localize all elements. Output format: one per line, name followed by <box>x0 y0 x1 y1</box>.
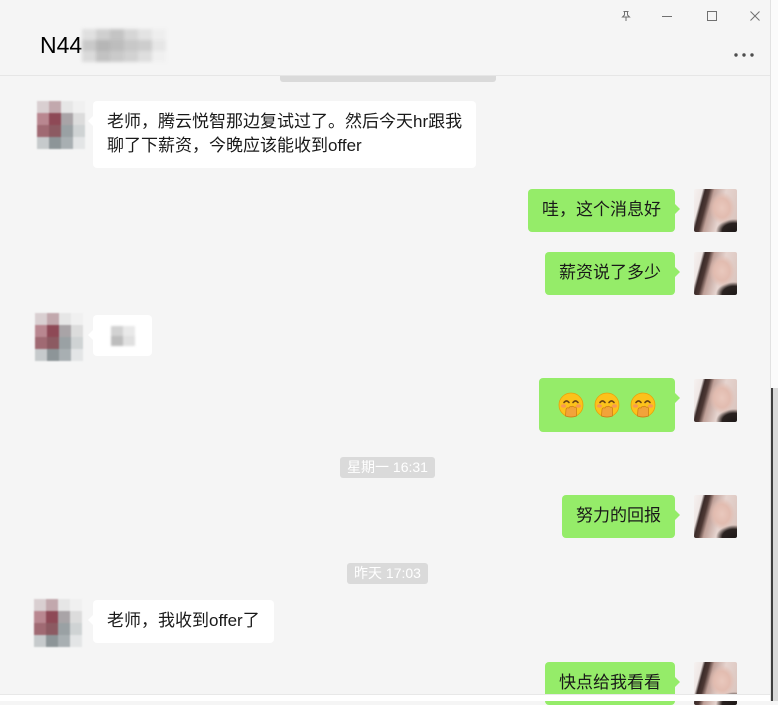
background-window-edge <box>770 0 778 701</box>
maximize-icon <box>707 11 717 21</box>
maximize-button[interactable] <box>703 7 721 25</box>
redacted-content-mosaic <box>111 326 135 346</box>
close-icon <box>750 11 760 21</box>
close-button[interactable] <box>746 7 764 25</box>
message-input-area[interactable] <box>0 694 770 701</box>
message-bubble[interactable]: 努力的回报 <box>562 495 680 538</box>
my-avatar[interactable] <box>694 379 737 422</box>
message-text: 薪资说了多少 <box>559 263 661 282</box>
chat-header: N44 <box>0 0 770 76</box>
message-text: 老师，腾云悦智那边复试过了。然后今天hr跟我 聊了下薪资，今晚应该能收到offe… <box>107 112 463 155</box>
more-button[interactable] <box>732 47 756 63</box>
more-icon <box>734 53 754 57</box>
contact-avatar[interactable] <box>35 313 83 361</box>
message-text: 快点给我看看 <box>559 673 661 692</box>
title-redacted-mosaic <box>82 29 166 62</box>
timestamp-pill: 星期一 16:31 <box>340 457 435 478</box>
minimize-button[interactable] <box>658 7 676 25</box>
message-bubble[interactable]: 薪资说了多少 <box>545 252 680 295</box>
emoji-message-bubble[interactable] <box>539 378 680 432</box>
timestamp-row: 昨天 17:03 <box>0 563 775 584</box>
face-with-hand-over-mouth-icon <box>630 392 656 418</box>
message-text: 哇，这个消息好 <box>542 200 661 219</box>
chat-title: N44 <box>40 32 83 58</box>
contact-avatar[interactable] <box>37 101 85 149</box>
contact-avatar[interactable] <box>34 599 82 647</box>
message-text: 老师，我收到offer了 <box>107 611 260 630</box>
my-avatar[interactable] <box>694 252 737 295</box>
pin-icon <box>621 11 631 21</box>
timestamp-pill: 昨天 17:03 <box>347 563 428 584</box>
face-with-hand-over-mouth-icon <box>594 392 620 418</box>
face-with-hand-over-mouth-icon <box>558 392 584 418</box>
message-bubble-redacted[interactable] <box>88 315 152 356</box>
message-bubble[interactable]: 哇，这个消息好 <box>528 189 680 232</box>
timestamp-pill-partial <box>280 76 496 82</box>
timestamp-row: 星期一 16:31 <box>0 457 775 478</box>
background-window-edge-lower <box>771 388 778 701</box>
pin-button[interactable] <box>617 7 635 25</box>
minimize-icon <box>662 16 672 17</box>
message-bubble[interactable]: 老师，我收到offer了 <box>88 600 274 643</box>
chat-history[interactable]: 老师，腾云悦智那边复试过了。然后今天hr跟我 聊了下薪资，今晚应该能收到offe… <box>0 0 770 705</box>
my-avatar[interactable] <box>694 495 737 538</box>
my-avatar[interactable] <box>694 189 737 232</box>
message-bubble[interactable]: 老师，腾云悦智那边复试过了。然后今天hr跟我 聊了下薪资，今晚应该能收到offe… <box>87 101 477 168</box>
message-text: 努力的回报 <box>576 506 661 525</box>
